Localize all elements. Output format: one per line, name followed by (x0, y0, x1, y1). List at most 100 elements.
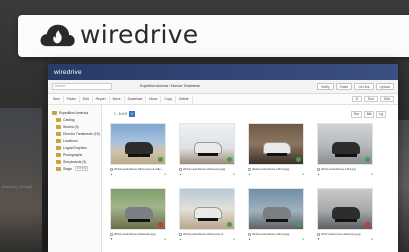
asset-actions: ▼ ● (110, 237, 170, 241)
app-topbar: Search Expedition America / Director Tre… (48, 80, 398, 94)
select-checkbox[interactable] (317, 167, 320, 171)
thumbs-up-icon[interactable]: ▲ (179, 172, 182, 176)
asset-actions: ▲ ● (248, 172, 308, 176)
share-button[interactable]: Share (335, 83, 353, 90)
asset-card[interactable]: 2014-Land-Rover-Defender.jpg ▼ ● (110, 188, 170, 241)
select-checkbox[interactable] (248, 232, 251, 236)
toolbar-report[interactable]: Report (93, 95, 110, 103)
asset-name-row: 2014-Land-Rover-LR4 jpg (317, 167, 377, 171)
thumbs-up-icon[interactable]: ▲ (248, 237, 251, 241)
tree-item-label: Logos/Graphics (63, 145, 87, 150)
asset-thumbnail[interactable] (248, 123, 304, 165)
app-toolbar: New Folder Edit Report Move Download Mov… (48, 94, 398, 105)
tree-item-casting[interactable]: Casting (48, 116, 101, 123)
toolbar-folder[interactable]: Folder (64, 95, 80, 103)
asset-thumbnail[interactable] (110, 123, 166, 165)
tree-item-locations[interactable]: Locations (48, 137, 101, 144)
tree-item-director-treatments[interactable]: Director Treatments (15) (48, 130, 101, 137)
asset-name-row: 2014-Land-Rover-Discovery-4... (179, 232, 239, 236)
comment-icon[interactable]: ● (233, 237, 235, 241)
asset-name: 2014-Land-Rover-Discovery.jpg (183, 167, 226, 171)
toolbar-copy[interactable]: Copy (161, 95, 177, 103)
asset-card[interactable]: 2014-Land-Rover-Discovery-4... ▲ ● (179, 188, 239, 241)
comment-icon[interactable]: ● (371, 237, 373, 241)
toolbar-download[interactable]: Download (125, 95, 147, 103)
comment-icon[interactable]: ● (302, 172, 304, 176)
empty-tag: Empty (74, 166, 89, 171)
project-breadcrumb: Expedition America / Director Treatments (140, 84, 200, 88)
asset-thumbnail[interactable] (317, 188, 373, 230)
layout-select[interactable]: Grid (379, 96, 394, 102)
comment-icon[interactable]: ● (371, 172, 373, 176)
sort-select[interactable]: Sort (363, 96, 378, 102)
search-input[interactable]: Search (52, 83, 112, 90)
tree-item-label: Expedition America (59, 110, 89, 115)
tree-item-stories[interactable]: Stories (3) (48, 123, 101, 130)
asset-card[interactable]: 2017-land-rover-discovery.jpg ▼ ● (317, 188, 377, 241)
view-large-button[interactable]: Lg (376, 111, 386, 118)
tree-item-label: Stories (3) (63, 124, 79, 129)
toolbar-new[interactable]: New (50, 95, 64, 103)
view-medium-button[interactable]: Md (363, 111, 375, 118)
thumbs-up-icon[interactable]: ▲ (179, 237, 182, 241)
upload-button[interactable]: Upload (375, 83, 394, 90)
background-caption-left: America_03.mp4 (2, 184, 33, 189)
asset-thumbnail[interactable] (248, 188, 304, 230)
view-small-button[interactable]: Sm (350, 111, 362, 118)
asset-actions: ▲ ● (179, 172, 239, 176)
asset-thumbnail[interactable] (110, 188, 166, 230)
tree-item-stage[interactable]: Stage Empty (48, 165, 101, 172)
thumbs-down-icon[interactable]: ▼ (110, 237, 113, 241)
asset-thumbnail[interactable] (317, 123, 373, 165)
asset-card[interactable]: 2014-Land-Rover-Discovery-4-rally... ▲ ● (110, 123, 170, 176)
toolbar-delete[interactable]: Delete (176, 95, 193, 103)
select-checkbox[interactable] (317, 232, 320, 236)
select-checkbox[interactable] (110, 232, 113, 236)
comment-icon[interactable]: ● (302, 237, 304, 241)
tree-item-label: Director Treatments (15) (63, 131, 100, 136)
thumbs-down-icon[interactable]: ▼ (317, 237, 320, 241)
thumbs-up-icon[interactable]: ▲ (248, 172, 251, 176)
asset-thumbnail[interactable] (179, 188, 235, 230)
thumbs-up-icon[interactable]: ▲ (110, 172, 113, 176)
tree-item-logos[interactable]: Logos/Graphics (48, 144, 101, 151)
brand-wordmark: wiredrive (80, 20, 199, 49)
tree-item-label: Locations (63, 138, 78, 143)
asset-thumbnail[interactable] (179, 123, 235, 165)
background-photo-left: America_03.mp4 (0, 108, 42, 252)
asset-name-row: 2014-Land-Rover-Defender.jpg (110, 232, 170, 236)
tree-item-photographs[interactable]: Photographs (48, 151, 101, 158)
app-window: wiredrive Search Expedition America / Di… (48, 64, 398, 252)
get-link-button[interactable]: Get link (354, 83, 374, 90)
notify-button[interactable]: Notify (317, 83, 334, 90)
select-checkbox[interactable] (179, 232, 182, 236)
toolbar-edit[interactable]: Edit (80, 95, 93, 103)
folder-icon (56, 152, 61, 157)
approved-badge (227, 222, 232, 227)
select-checkbox[interactable] (179, 167, 182, 171)
folder-icon (56, 124, 61, 129)
asset-name-row: 2014-Land-Rover-Discovery-4-rally... (110, 167, 170, 171)
asset-card[interactable]: 2014-Land-Rover-LR4 jpg ▲ ● (317, 123, 377, 176)
asset-card[interactable]: 2014-Land-Rover-LR4-3.jpg ▲ ● (248, 123, 308, 176)
toolbar-move-2[interactable]: Move (146, 95, 162, 103)
folder-icon (56, 131, 61, 136)
toolbar-move[interactable]: Move (110, 95, 125, 103)
asset-name-row: 2014-Land-Rover-Discovery.jpg (179, 167, 239, 171)
comment-icon[interactable]: ● (233, 172, 235, 176)
thumbs-up-icon[interactable]: ▲ (317, 172, 320, 176)
page-link[interactable]: 1 (129, 111, 135, 117)
car-image (125, 142, 153, 157)
tree-item-storyboards[interactable]: Storyboards (3) (48, 158, 101, 165)
asset-actions: ▲ ● (110, 172, 170, 176)
tree-item-root[interactable]: Expedition America (48, 109, 101, 116)
comment-icon[interactable]: ● (164, 237, 166, 241)
select-checkbox[interactable] (110, 167, 113, 171)
comment-icon[interactable]: ● (164, 172, 166, 176)
asset-name: 2014-Land-Rover-LR4-3.jpg (252, 167, 290, 171)
select-checkbox[interactable] (248, 167, 251, 171)
per-page-select[interactable]: 8 (351, 96, 362, 102)
asset-card[interactable]: 2014-Land-Rover-Discovery.jpg ▲ ● (179, 123, 239, 176)
approved-badge (158, 157, 163, 162)
asset-card[interactable]: 2014-Land-Rover-LR4-2.jpg ▲ ● (248, 188, 308, 241)
